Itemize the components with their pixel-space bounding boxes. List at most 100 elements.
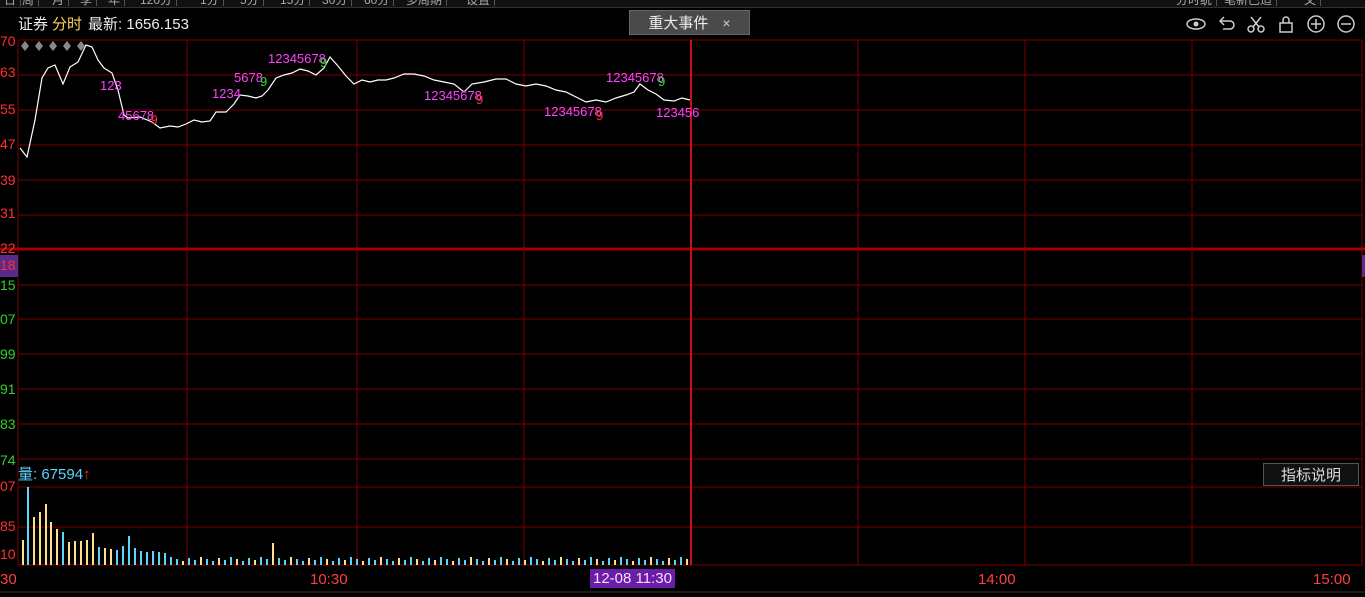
volume-bar [482, 561, 484, 565]
volume-bar [458, 558, 460, 565]
volume-bar [176, 559, 178, 565]
volume-bar [122, 546, 124, 565]
volume-bar [572, 561, 574, 565]
volume-bar [272, 543, 274, 565]
price-axis-label: 47 [0, 136, 16, 152]
signal-label: 9 [151, 112, 158, 127]
volume-bar [212, 561, 214, 565]
volume-bar [140, 551, 142, 565]
volume-bar [644, 560, 646, 565]
volume-bar [266, 559, 268, 565]
volume-bar [494, 560, 496, 565]
volume-bar [50, 522, 52, 565]
signal-label: 9 [658, 74, 665, 89]
signal-label: 9 [476, 92, 483, 107]
volume-bar [392, 561, 394, 565]
volume-bar [614, 560, 616, 565]
volume-bar [242, 561, 244, 565]
volume-bar [404, 560, 406, 565]
volume-bar [260, 557, 262, 565]
volume-bar [656, 559, 658, 565]
volume-bar [332, 561, 334, 565]
volume-bar [218, 558, 220, 565]
volume-bar [152, 551, 154, 565]
volume-bar [398, 558, 400, 565]
signal-label: 9 [320, 55, 327, 70]
lower-axis-label: 83 [0, 416, 16, 432]
time-axis-label: 14:00 [978, 571, 1016, 588]
volume-value: 量: 67594 [18, 466, 84, 483]
signal-label: 12345678 [424, 88, 482, 103]
volume-axis-label: 85 [0, 518, 16, 534]
volume-bar [428, 558, 430, 565]
volume-bar [182, 561, 184, 565]
price-axis-label: 63 [0, 64, 16, 80]
signal-label: 9 [596, 108, 603, 123]
volume-bar [662, 561, 664, 565]
volume-bar [410, 557, 412, 565]
volume-bar [39, 512, 41, 565]
volume-bar [230, 557, 232, 565]
volume-bar [45, 504, 47, 565]
price-axis-label: 70 [0, 33, 16, 49]
volume-bar [380, 557, 382, 565]
time-axis-label: 10:30 [310, 571, 348, 588]
volume-bar [344, 560, 346, 565]
volume-bar [632, 561, 634, 565]
intraday-chart[interactable]: 1234567891234567891234567891234567891234… [0, 0, 1365, 597]
price-axis-label: 55 [0, 101, 16, 117]
volume-bar [422, 561, 424, 565]
volume-bar [110, 549, 112, 565]
indicator-help-button[interactable]: 指标说明 [1263, 463, 1359, 486]
volume-bar [374, 560, 376, 565]
volume-bar [548, 558, 550, 565]
volume-bar [284, 560, 286, 565]
volume-bar [56, 529, 58, 565]
volume-bar [320, 557, 322, 565]
lower-axis-label: 91 [0, 381, 16, 397]
volume-bar [542, 561, 544, 565]
volume-bar [98, 547, 100, 565]
price-axis-label: 22 [0, 240, 16, 256]
volume-bar [476, 559, 478, 565]
volume-bar [92, 533, 94, 565]
volume-bar [668, 558, 670, 565]
volume-bar [86, 540, 88, 565]
volume-bar [500, 557, 502, 565]
volume-bar [22, 540, 24, 565]
volume-bar [386, 559, 388, 565]
volume-bar [116, 550, 118, 565]
signal-label: 12345678 [268, 51, 326, 66]
time-axis-cursor-label: 12-08 11:30 [590, 569, 675, 588]
volume-bar [194, 560, 196, 565]
volume-bar [62, 532, 64, 565]
volume-bar [602, 561, 604, 565]
lower-axis-label: 18 [0, 257, 16, 273]
volume-bar [302, 561, 304, 565]
volume-label: 量: 67594↑ [18, 463, 91, 484]
volume-bar [74, 541, 76, 565]
volume-bar [560, 557, 562, 565]
volume-bar [680, 557, 682, 565]
volume-bar [506, 559, 508, 565]
lower-axis-label: 74 [0, 452, 16, 468]
volume-bar [362, 561, 364, 565]
volume-bar [488, 558, 490, 565]
signal-label: 5678 [234, 70, 263, 85]
volume-bar [524, 560, 526, 565]
volume-bar [596, 559, 598, 565]
volume-bar [134, 548, 136, 565]
price-axis-label: 31 [0, 205, 16, 221]
diamond-marker [21, 41, 29, 51]
volume-bar [686, 559, 688, 565]
volume-bar [248, 558, 250, 565]
volume-bar [350, 557, 352, 565]
volume-bar [356, 559, 358, 565]
volume-bar [578, 558, 580, 565]
volume-bar [446, 559, 448, 565]
volume-bar [440, 557, 442, 565]
volume-bar [308, 558, 310, 565]
volume-bar [278, 558, 280, 565]
volume-bar [608, 558, 610, 565]
volume-bar [80, 541, 82, 565]
